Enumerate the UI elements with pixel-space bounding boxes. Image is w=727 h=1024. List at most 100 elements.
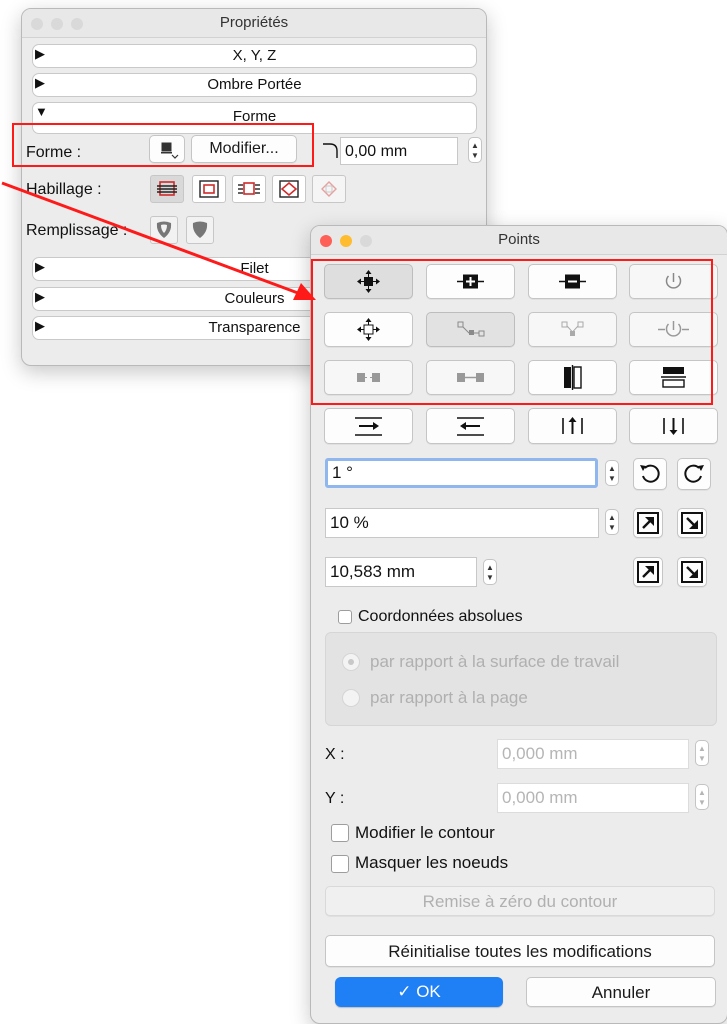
scale-stepper[interactable]: ▲ ▼: [605, 509, 619, 535]
hide-nodes-checkbox[interactable]: [331, 855, 349, 873]
radio-dot: [348, 659, 354, 665]
rotate-cw-button[interactable]: [677, 458, 711, 490]
stepper-down-icon: ▼: [698, 798, 706, 807]
section-label: Ombre Portée: [207, 76, 302, 93]
mirror-vertical-icon: [661, 367, 686, 388]
add-point-icon: [457, 274, 484, 289]
break-segment-icon: [357, 373, 380, 382]
stepper-up-icon: ▲: [608, 513, 616, 522]
stepper-down-icon: ▼: [608, 474, 616, 483]
stepper-up-icon: ▲: [698, 788, 706, 797]
stepper-up-icon: ▲: [698, 744, 706, 753]
align-left-icon: [562, 417, 583, 434]
corner-radius-field[interactable]: 0,00 mm: [340, 137, 458, 165]
align-right-icon: [663, 418, 684, 435]
hide-nodes-label: Masquer les noeuds: [355, 853, 509, 872]
scale-down-icon: [681, 512, 703, 534]
stepper-up-icon: ▲: [608, 464, 616, 473]
close-path-button[interactable]: [629, 264, 718, 299]
x-stepper[interactable]: ▲ ▼: [695, 740, 709, 766]
rotate-cw-icon: [684, 464, 704, 483]
absolute-coords-checkbox[interactable]: [338, 610, 352, 624]
delete-point-button[interactable]: [528, 264, 617, 299]
join-segment-icon: [457, 373, 484, 382]
distance-up-button[interactable]: [633, 557, 663, 587]
mirror-vertical-button[interactable]: [629, 360, 718, 395]
shape-square-icon: [161, 142, 179, 159]
wrap-none-button[interactable]: [150, 175, 184, 203]
smooth-point-button[interactable]: [528, 312, 617, 347]
y-stepper[interactable]: ▲ ▼: [695, 784, 709, 810]
checkmark-icon: ✓: [397, 982, 412, 1001]
modify-button[interactable]: Modifier...: [191, 135, 297, 163]
radio-page[interactable]: [342, 689, 360, 707]
scale-down-button[interactable]: [677, 508, 707, 538]
fill-solid-button[interactable]: [186, 216, 214, 244]
angle-input[interactable]: 1 °: [325, 458, 598, 488]
wrap-contour-disabled-button[interactable]: [312, 175, 346, 203]
open-path-button[interactable]: [629, 312, 718, 347]
stepper-down-icon: ▼: [698, 754, 706, 763]
corner-point-icon: [457, 321, 485, 337]
scale-up-button[interactable]: [633, 508, 663, 538]
move-point-icon: [357, 270, 380, 293]
x-label: X :: [325, 746, 345, 763]
section-ombre-portee[interactable]: ▶ Ombre Portée: [32, 73, 477, 97]
section-xyz[interactable]: ▶ X, Y, Z: [32, 44, 477, 68]
reset-contour-label: Remise à zéro du contour: [422, 892, 618, 911]
corner-radius-stepper[interactable]: ▲ ▼: [468, 137, 482, 163]
mirror-horizontal-icon: [564, 365, 582, 390]
move-point-button[interactable]: [324, 264, 413, 299]
add-point-button[interactable]: [426, 264, 515, 299]
fill-solid-icon: [192, 221, 208, 238]
radio-workspace-label: par rapport à la surface de travail: [370, 652, 620, 671]
scale-input[interactable]: 10 %: [325, 508, 599, 538]
habillage-label: Habillage :: [26, 181, 102, 198]
forme-label: Forme :: [26, 144, 82, 161]
align-bottom-button[interactable]: [426, 408, 515, 444]
open-path-icon: [658, 321, 689, 337]
ok-button-content: ✓ OK: [335, 982, 503, 1002]
delete-point-icon: [559, 274, 586, 289]
stepper-up-icon: ▲: [471, 141, 479, 150]
reset-all-button[interactable]: Réinitialise toutes les modifications: [325, 935, 715, 967]
mirror-horizontal-button[interactable]: [528, 360, 617, 395]
x-coordinate-input[interactable]: 0,000 mm: [497, 739, 689, 769]
align-right-button[interactable]: [629, 408, 718, 444]
ok-button[interactable]: ✓ OK: [335, 977, 503, 1007]
corner-point-button[interactable]: [426, 312, 515, 347]
shape-picker-button[interactable]: [149, 135, 185, 163]
move-handles-button[interactable]: [324, 312, 413, 347]
distance-input[interactable]: 10,583 mm: [325, 557, 477, 587]
align-top-button[interactable]: [324, 408, 413, 444]
wrap-box-icon: [199, 180, 219, 198]
absolute-coords-label: Coordonnées absolues: [358, 608, 523, 625]
y-coordinate-input[interactable]: 0,000 mm: [497, 783, 689, 813]
angle-stepper[interactable]: ▲ ▼: [605, 460, 619, 486]
wrap-sides-button[interactable]: [232, 175, 266, 203]
break-segment-button[interactable]: [324, 360, 413, 395]
distance-down-button[interactable]: [677, 557, 707, 587]
distance-stepper[interactable]: ▲ ▼: [483, 559, 497, 585]
wrap-contour-button[interactable]: [272, 175, 306, 203]
corner-radius-icon: [322, 141, 340, 159]
power-icon: [665, 273, 682, 289]
stepper-down-icon: ▼: [471, 151, 479, 160]
fill-outline-button[interactable]: [150, 216, 178, 244]
cancel-button[interactable]: Annuler: [526, 977, 716, 1007]
radio-workspace[interactable]: [342, 653, 360, 671]
rotate-ccw-button[interactable]: [633, 458, 667, 490]
join-segment-button[interactable]: [426, 360, 515, 395]
wrap-box-button[interactable]: [192, 175, 226, 203]
edit-contour-checkbox[interactable]: [331, 824, 349, 842]
section-forme[interactable]: ▼ Forme: [32, 102, 477, 134]
fill-outline-icon: [156, 221, 172, 238]
reset-contour-button[interactable]: Remise à zéro du contour: [325, 886, 715, 916]
align-left-button[interactable]: [528, 408, 617, 444]
points-window: Points 1 ° ▲ ▼ 10 % ▲ ▼ 10,583 mm ▲ ▼ Co…: [310, 225, 727, 1024]
rotate-ccw-icon: [640, 464, 660, 483]
edit-contour-label: Modifier le contour: [355, 823, 495, 842]
modify-button-label: Modifier...: [209, 140, 279, 157]
wrap-contour-icon: [279, 180, 299, 198]
section-label: Forme: [232, 108, 277, 125]
